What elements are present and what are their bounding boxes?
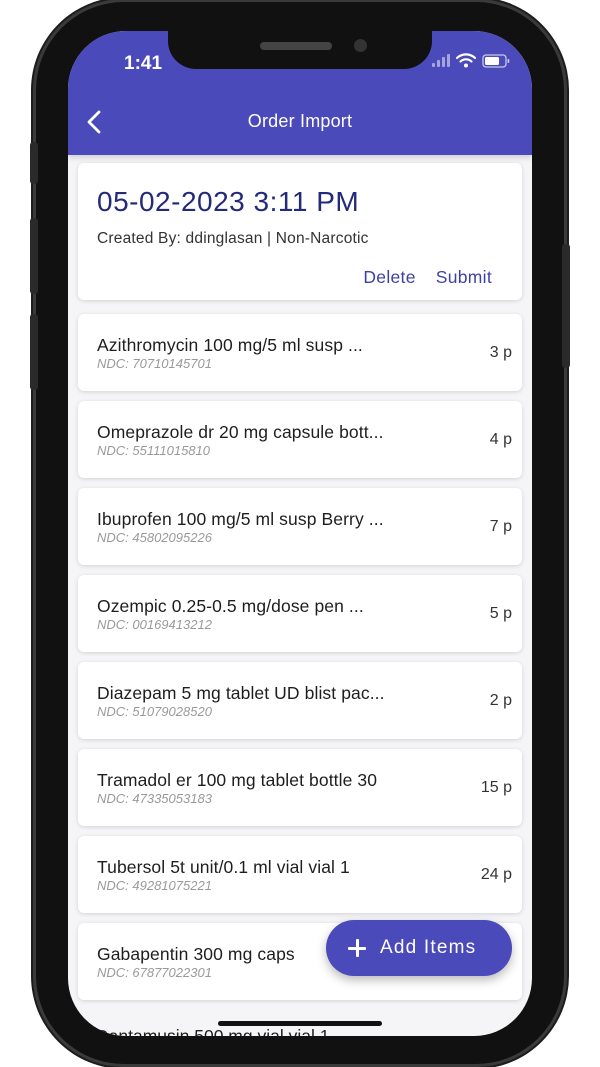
order-actions: Delete Submit	[363, 267, 492, 288]
item-ndc: NDC: 55111015810	[97, 443, 210, 458]
screen: 1:41 Order Import 05-02-2023 3:11 PM Cre…	[68, 31, 532, 1036]
volume-down-button	[30, 314, 38, 390]
list-item[interactable]: Diazepam 5 mg tablet UD blist pac... NDC…	[78, 662, 522, 739]
home-indicator	[218, 1021, 382, 1026]
item-name: Ibuprofen 100 mg/5 ml susp Berry ...	[97, 509, 384, 529]
submit-button[interactable]: Submit	[436, 267, 492, 288]
item-quantity: 15 p	[480, 779, 512, 796]
notch	[168, 31, 432, 69]
item-ndc: NDC: 67877022301	[97, 965, 212, 980]
status-time: 1:41	[124, 53, 163, 74]
item-quantity: 4 p	[489, 431, 512, 448]
item-quantity: 5 p	[489, 605, 512, 622]
item-ndc: NDC: 70710145701	[97, 356, 212, 371]
item-name: Azithromycin 100 mg/5 ml susp ...	[97, 335, 363, 355]
item-name: Omeprazole dr 20 mg capsule bott...	[97, 422, 384, 442]
power-button	[562, 244, 570, 368]
item-name: Tramadol er 100 mg tablet bottle 30	[97, 770, 378, 790]
status-icons	[432, 53, 510, 68]
partial-list-item[interactable]: Dantamusin 500 mg vial vial 1	[96, 1026, 329, 1036]
item-quantity: 2 p	[489, 692, 512, 709]
front-camera	[354, 39, 367, 52]
mute-switch	[30, 142, 38, 184]
list-item[interactable]: Tubersol 5t unit/0.1 ml vial vial 1 NDC:…	[78, 836, 522, 913]
item-quantity: 3 p	[489, 344, 512, 361]
item-ndc: NDC: 51079028520	[97, 704, 212, 719]
list-item[interactable]: Omeprazole dr 20 mg capsule bott... NDC:…	[78, 401, 522, 478]
signal-icon	[432, 54, 450, 67]
item-quantity: 7 p	[489, 518, 512, 535]
battery-icon	[482, 53, 510, 68]
list-item[interactable]: Azithromycin 100 mg/5 ml susp ... NDC: 7…	[78, 314, 522, 391]
add-items-button[interactable]: Add Items	[326, 920, 512, 976]
speaker-grill	[260, 42, 332, 50]
list-item[interactable]: Ibuprofen 100 mg/5 ml susp Berry ... NDC…	[78, 488, 522, 565]
item-ndc: NDC: 47335053183	[97, 791, 212, 806]
item-name: Gabapentin 300 mg caps	[97, 944, 295, 964]
item-name: Tubersol 5t unit/0.1 ml vial vial 1	[97, 857, 350, 877]
item-name: Ozempic 0.25-0.5 mg/dose pen ...	[97, 596, 364, 616]
page-title: Order Import	[247, 111, 353, 131]
item-ndc: NDC: 00169413212	[97, 617, 212, 632]
add-items-label: Add Items	[380, 937, 477, 958]
item-list: Azithromycin 100 mg/5 ml susp ... NDC: 7…	[78, 314, 522, 1010]
list-item[interactable]: Ozempic 0.25-0.5 mg/dose pen ... NDC: 00…	[78, 575, 522, 652]
wifi-icon	[456, 53, 476, 68]
order-meta: Created By: ddinglasan | Non-Narcotic	[97, 230, 369, 247]
volume-up-button	[30, 218, 38, 294]
order-summary-card: 05-02-2023 3:11 PM Created By: ddinglasa…	[78, 163, 522, 300]
plus-icon	[348, 939, 366, 957]
item-quantity: 24 p	[480, 866, 512, 883]
item-ndc: NDC: 45802095226	[97, 530, 212, 545]
item-ndc: NDC: 49281075221	[97, 878, 212, 893]
order-date: 05-02-2023 3:11 PM	[97, 186, 360, 217]
item-name: Diazepam 5 mg tablet UD blist pac...	[97, 683, 385, 703]
list-item[interactable]: Tramadol er 100 mg tablet bottle 30 NDC:…	[78, 749, 522, 826]
delete-button[interactable]: Delete	[363, 267, 415, 288]
